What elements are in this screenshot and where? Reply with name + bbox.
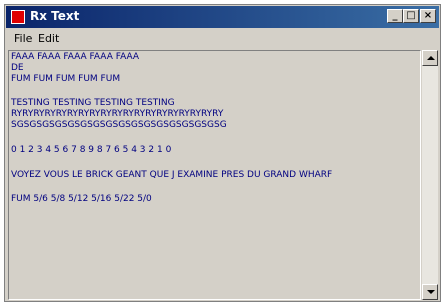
- received-text-area[interactable]: FAAA FAAA FAAA FAAA FAAA DE FUM FUM FUM …: [8, 50, 421, 300]
- menu-edit[interactable]: Edit: [38, 32, 59, 45]
- close-button[interactable]: ×: [420, 9, 436, 23]
- text-line: SGSGSGSGSGSGSGSGSGSGSGSGSGSGSGSGSG: [11, 120, 227, 130]
- text-line: RYRYRYRYRYRYRYRYRYRYRYRYRYRYRYRYRYRYRY: [11, 109, 224, 119]
- minimize-icon: _: [392, 10, 398, 21]
- text-line: FUM FUM FUM FUM FUM: [11, 74, 121, 84]
- vertical-scrollbar[interactable]: [421, 50, 438, 300]
- text-line: FUM 5/6 5/8 5/12 5/16 5/22 5/0: [11, 194, 152, 204]
- text-line: FAAA FAAA FAAA FAAA FAAA: [11, 52, 140, 62]
- text-line: TESTING TESTING TESTING TESTING: [11, 98, 175, 108]
- scroll-down-button[interactable]: [422, 284, 438, 300]
- app-icon: [11, 10, 25, 24]
- text-line: 0 1 2 3 4 5 6 7 8 9 8 7 6 5 4 3 2 1 0: [11, 145, 172, 155]
- minimize-button[interactable]: _: [387, 9, 403, 23]
- menu-bar: File Edit: [6, 29, 439, 49]
- text-line: VOYEZ VOUS LE BRICK GEANT QUE J EXAMINE …: [11, 170, 333, 180]
- window-title: Rx Text: [30, 9, 80, 23]
- maximize-icon: □: [406, 10, 416, 21]
- arrow-up-icon: [427, 56, 435, 60]
- close-icon: ×: [423, 10, 433, 21]
- maximize-button[interactable]: □: [403, 9, 419, 23]
- arrow-down-icon: [427, 290, 435, 294]
- scroll-up-button[interactable]: [422, 50, 438, 66]
- text-line: DE: [11, 63, 24, 73]
- menu-file[interactable]: File: [14, 32, 32, 45]
- title-bar[interactable]: Rx Text _ □ ×: [6, 6, 439, 28]
- rx-text-window: Rx Text _ □ × File Edit FAAA FAAA FAAA F…: [4, 4, 441, 302]
